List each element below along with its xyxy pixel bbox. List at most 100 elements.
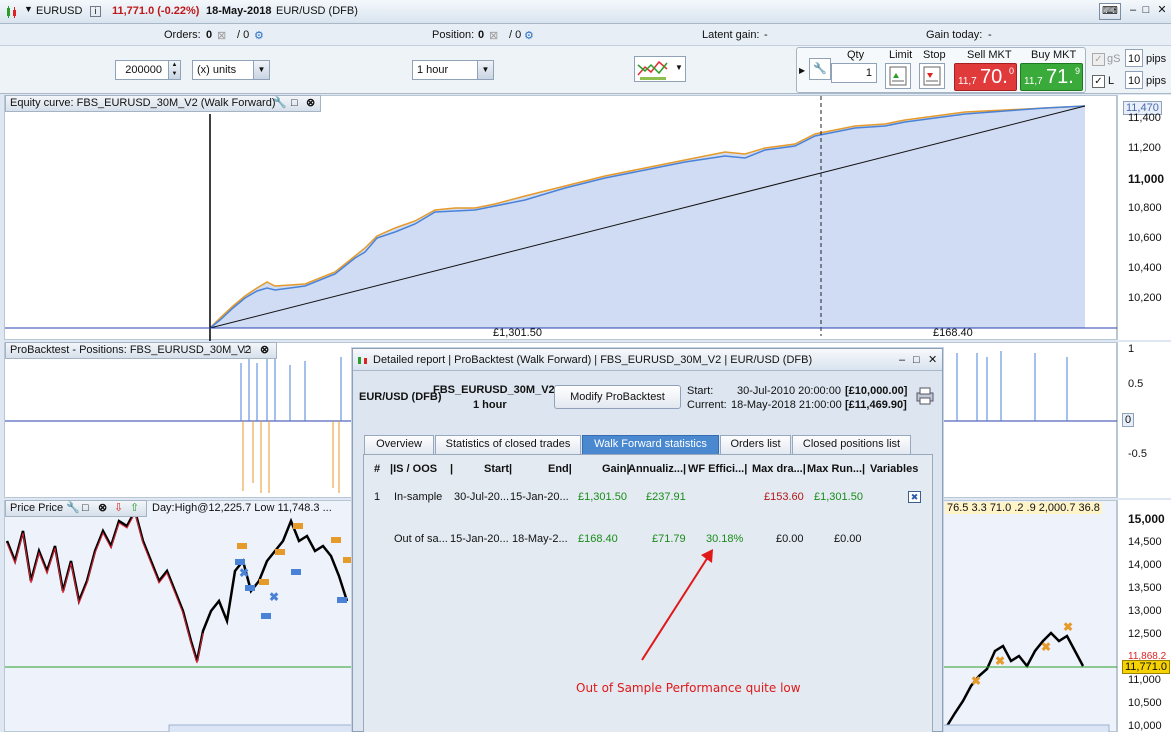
positions-ytick: 0.5: [1128, 378, 1144, 390]
equity-ytick: 10,400: [1128, 262, 1162, 274]
wrench-icon[interactable]: 🔧: [273, 96, 287, 111]
units-select[interactable]: (x) units ▼: [192, 60, 270, 80]
tab-orders-list[interactable]: Orders list: [720, 435, 791, 454]
qty-input[interactable]: 1: [831, 63, 877, 83]
equity-ytick: 10,800: [1128, 202, 1162, 214]
current-date: 18-May-2018: [206, 5, 272, 17]
positions-ytick: -0.5: [1128, 448, 1147, 460]
position-settings-icon[interactable]: ⚙: [524, 29, 534, 42]
price-panel-title: Price Price: [10, 502, 64, 514]
orders-label: Orders:: [164, 29, 201, 41]
qty-label: Qty: [847, 49, 865, 61]
orders-value: 0: [206, 29, 213, 41]
close-position-icon[interactable]: ⊠: [489, 29, 498, 42]
svg-text:✖: ✖: [1063, 620, 1073, 634]
window-icon[interactable]: □: [291, 96, 298, 111]
orders-settings-icon[interactable]: ⚙: [254, 29, 264, 42]
quantity-stepper[interactable]: 200000 ▲ ▼: [115, 60, 181, 80]
quantity-value: 200000: [125, 64, 162, 76]
equity-chart: [5, 96, 1118, 341]
svg-text:✖: ✖: [971, 674, 981, 688]
dialog-title: Detailed report | ProBacktest (Walk Forw…: [373, 354, 813, 366]
orders-total: / 0: [237, 29, 250, 41]
buy-price-main: 71.: [1046, 66, 1074, 88]
report-system: FBS_EURUSD_30M_V2: [433, 384, 555, 396]
sell-price-sup: 0: [1009, 66, 1015, 76]
buy-market-button[interactable]: 11,7 71. 9: [1020, 63, 1083, 91]
stepper-arrows-icon[interactable]: ▲ ▼: [168, 61, 180, 79]
buy-arrow-icon[interactable]: ⇧: [130, 501, 139, 516]
dialog-title-bar[interactable]: Detailed report | ProBacktest (Walk Forw…: [353, 349, 942, 371]
close-button[interactable]: ✕: [1152, 3, 1171, 20]
positions-panel-header: ProBacktest - Positions: FBS_EURUSD_30M_…: [5, 342, 277, 359]
position-label: Position:: [432, 29, 475, 41]
maximize-icon[interactable]: □: [913, 349, 920, 371]
limit-checkbox[interactable]: ✓: [1092, 75, 1105, 88]
positions-panel-title: ProBacktest - Positions: FBS_EURUSD_30M_…: [10, 344, 251, 356]
title-bar: ▼ EURUSD i 11,771.0 (-0.22%) 18-May-2018…: [0, 0, 1171, 24]
print-icon[interactable]: [915, 387, 935, 405]
price-y-axis: 15,000 14,500 14,000 13,500 13,000 12,50…: [1117, 500, 1171, 732]
guaranteed-stop-checkbox[interactable]: ✓: [1092, 53, 1105, 66]
chevron-down-icon: ▼: [675, 63, 683, 72]
price-ytick: 12,500: [1128, 628, 1162, 640]
chevron-down-icon: ▼: [253, 61, 269, 79]
keyboard-icon[interactable]: ⌨: [1099, 3, 1121, 20]
wrench-icon[interactable]: 🔧: [66, 501, 80, 516]
price-panel-header: Price Price 🔧 □ ⊗ ⇩ ⇧: [5, 500, 147, 517]
close-icon[interactable]: ⊗: [98, 501, 107, 516]
sell-market-button[interactable]: 11,7 70. 0: [954, 63, 1017, 91]
minimize-icon[interactable]: –: [899, 349, 905, 371]
price-ytick: 10,000: [1128, 720, 1162, 732]
chevron-down-icon: ▼: [477, 61, 493, 79]
report-timeframe: 1 hour: [473, 399, 507, 411]
price-legend: Day:High@12,225.7 Low 11,748.3 ...: [152, 502, 332, 514]
modify-probacktest-button[interactable]: Modify ProBacktest: [554, 385, 681, 409]
equity-panel-title: Equity curve: FBS_EURUSD_30M_V2 (Walk Fo…: [10, 97, 276, 109]
limit-icon: [889, 66, 907, 86]
short-positions: [242, 421, 340, 493]
window-icon[interactable]: □: [244, 343, 251, 358]
gain-today-value: -: [988, 29, 992, 41]
instrument-dropdown-icon[interactable]: ▼: [24, 4, 33, 14]
start-value: [£10,000.00]: [845, 385, 908, 397]
stop-order-button[interactable]: [919, 63, 945, 89]
chevron-right-icon[interactable]: ▶: [799, 66, 805, 75]
svg-text:✖: ✖: [239, 566, 249, 580]
info-icon[interactable]: i: [90, 6, 101, 17]
tab-walk-forward-statistics[interactable]: Walk Forward statistics: [582, 435, 719, 454]
sell-label: Sell MKT: [967, 49, 1012, 61]
limit-order-button[interactable]: [885, 63, 911, 89]
candlestick-icon: [7, 6, 16, 18]
price-ytick: 14,000: [1128, 559, 1162, 571]
window-icon[interactable]: □: [82, 501, 89, 516]
tab-statistics-closed-trades[interactable]: Statistics of closed trades: [435, 435, 581, 454]
equity-chart-area[interactable]: £1,301.50 £168.40: [4, 95, 1118, 341]
position-total: / 0: [509, 29, 522, 41]
price-ytick: 13,500: [1128, 582, 1162, 594]
timeframe-select[interactable]: 1 hour ▼: [412, 60, 494, 80]
candlestick-icon: [358, 357, 367, 364]
report-market: EUR/USD (DFB): [359, 391, 442, 403]
indicator-menu-button[interactable]: ▼: [634, 56, 686, 82]
market-name: EUR/USD (DFB): [276, 5, 358, 17]
tab-closed-positions-list[interactable]: Closed positions list: [792, 435, 911, 454]
svg-text:✖: ✖: [1041, 640, 1051, 654]
tab-overview[interactable]: Overview: [364, 435, 434, 454]
position-value: 0: [478, 29, 485, 41]
price-ytick: 10,500: [1128, 697, 1162, 709]
price-change: 11,771.0 (-0.22%): [112, 5, 200, 17]
limit-label: Limit: [889, 49, 913, 61]
instrument-name[interactable]: EURUSD: [36, 5, 82, 17]
close-icon[interactable]: ⊗: [260, 343, 269, 358]
buy-price-sup: 9: [1075, 66, 1081, 76]
info-row: Orders: 0 ⊠ / 0 ⚙ Position: 0 ⊠ / 0 ⚙ La…: [0, 24, 1171, 46]
sell-arrow-icon[interactable]: ⇩: [114, 501, 123, 516]
cancel-orders-icon[interactable]: ⊠: [217, 29, 226, 42]
close-icon[interactable]: ✕: [928, 349, 937, 371]
close-icon[interactable]: ⊗: [306, 96, 315, 111]
price-right-values: 76.5 3.3 71.0 .2 .9 2,000.7 36.8: [945, 502, 1102, 514]
l-pips-input[interactable]: 10: [1125, 71, 1143, 89]
wrench-icon[interactable]: 🔧: [809, 58, 831, 80]
gs-pips-input[interactable]: 10: [1125, 49, 1143, 67]
